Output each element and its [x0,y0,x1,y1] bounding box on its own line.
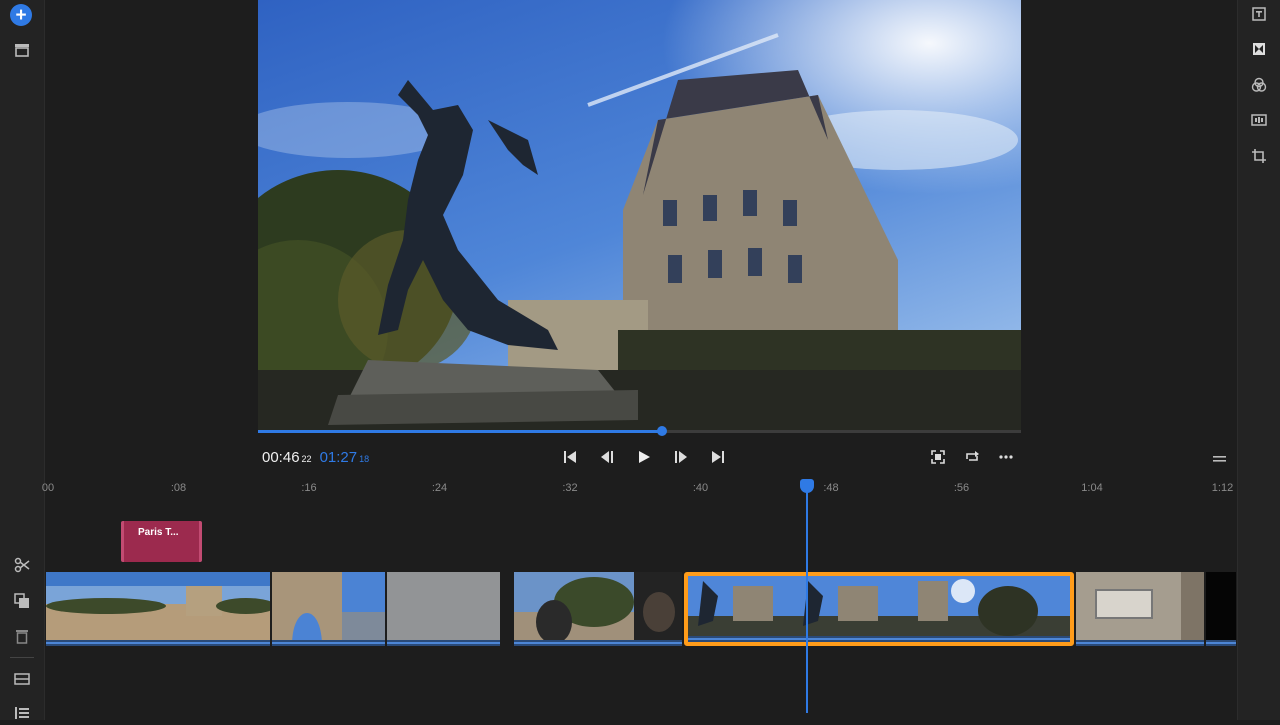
list-view-icon[interactable] [10,701,34,725]
ruler-tick-label: :24 [431,482,448,494]
skip-to-start-icon[interactable] [556,446,584,468]
playhead[interactable] [806,488,808,713]
audio-waveform [272,640,385,646]
duplicate-icon[interactable] [10,589,34,613]
ruler-tick-label: 1:04 [1081,482,1103,494]
video-clip[interactable] [272,572,385,646]
video-preview[interactable] [258,0,1021,432]
add-media-icon[interactable]: + [10,4,32,26]
viewer-tools [924,446,1020,468]
ruler-tick-label: :48 [823,482,839,494]
transitions-icon[interactable] [1247,37,1271,61]
right-toolbar [1237,0,1280,720]
ruler-tick-label: 00 [41,482,55,494]
playhead-handle[interactable] [800,479,814,493]
loop-icon[interactable] [958,446,986,468]
left-toolbar: + [0,0,45,720]
current-time: 00:46 [262,449,300,466]
next-frame-icon[interactable] [667,446,695,468]
ruler-tick-label: 1:12 [1211,482,1234,494]
title-clip[interactable]: Paris T... [121,521,202,562]
video-clip[interactable] [46,572,270,646]
media-bin-icon[interactable] [10,38,34,62]
video-scrubber[interactable] [258,426,1021,436]
more-options-icon[interactable] [992,446,1020,468]
audio-waveform [688,636,1070,642]
video-clip-selected[interactable] [684,572,1074,646]
audio-waveform [1206,640,1236,646]
video-clip[interactable] [1206,572,1236,646]
skip-to-end-icon[interactable] [704,446,732,468]
audio-waveform [1076,640,1204,646]
duration-time: 01:27 [319,449,358,466]
color-icon[interactable] [1247,73,1271,97]
video-clip[interactable] [1076,572,1204,646]
time-display: 00:46 22 01:27 18 [262,449,369,466]
toolbar-divider [10,657,34,658]
timeline-ruler[interactable]: 00 :08 :16 :24 :32 :40 :48 :56 1:04 1:12 [41,478,1237,498]
track-layout-icon[interactable] [10,667,34,691]
panel-menu-icon[interactable] [1212,451,1228,469]
previous-frame-icon[interactable] [593,446,621,468]
audio-waveform [387,640,500,646]
crop-icon[interactable] [1247,144,1271,168]
ruler-tick-label: :16 [301,482,317,494]
text-title-icon[interactable] [1247,2,1271,26]
ruler-tick-label: :56 [953,482,970,494]
scrubber-knob[interactable] [657,426,668,436]
trash-icon[interactable] [10,624,34,648]
audio-waveform [46,640,270,646]
transport-controls [556,446,732,468]
video-clip[interactable] [387,572,500,646]
scrubber-progress [258,430,663,433]
scissors-icon[interactable] [10,553,34,577]
audio-icon[interactable] [1247,108,1271,132]
duration-frames: 18 [359,454,370,464]
current-frames: 22 [301,454,312,464]
ruler-tick-label: :40 [692,482,709,494]
ruler-tick-label: :32 [562,482,578,494]
fullscreen-icon[interactable] [924,446,952,468]
ruler-tick-label: :08 [170,482,187,494]
audio-waveform [514,640,682,646]
play-icon[interactable] [630,446,658,468]
video-clip[interactable] [514,572,682,646]
